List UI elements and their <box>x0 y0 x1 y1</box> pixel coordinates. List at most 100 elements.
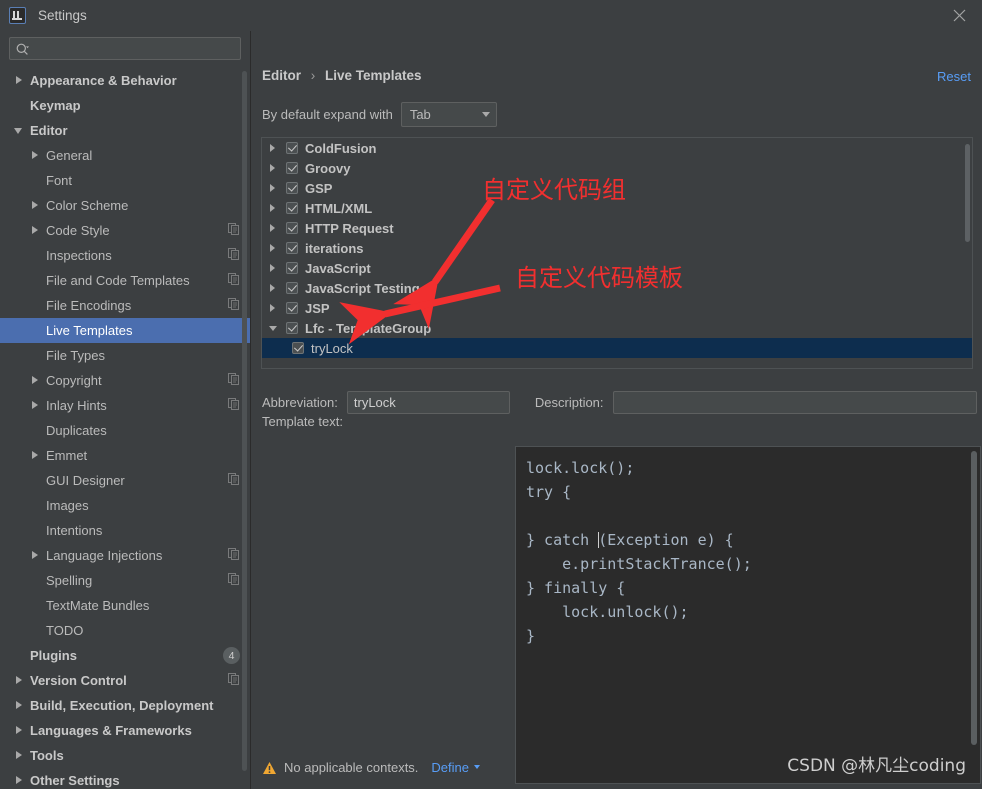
sidebar-item-color-scheme[interactable]: Color Scheme <box>0 193 250 218</box>
template-group-row[interactable]: JavaScript Testing <box>262 278 972 298</box>
templates-horizontal-scrollbar[interactable] <box>262 362 972 368</box>
breadcrumb-parent[interactable]: Editor <box>262 68 301 83</box>
sidebar-item-editor[interactable]: Editor <box>0 118 250 143</box>
chevron-right-icon[interactable] <box>14 725 25 736</box>
chevron-right-icon[interactable] <box>268 163 279 174</box>
template-checkbox[interactable] <box>286 202 298 214</box>
chevron-right-icon[interactable] <box>268 223 279 234</box>
sidebar-item-code-style[interactable]: Code Style <box>0 218 250 243</box>
sidebar-item-label: Code Style <box>46 223 110 238</box>
sidebar-item-build-execution-deployment[interactable]: Build, Execution, Deployment <box>0 693 250 718</box>
reset-link[interactable]: Reset <box>937 69 971 84</box>
sidebar-item-textmate-bundles[interactable]: TextMate Bundles <box>0 593 250 618</box>
template-checkbox[interactable] <box>286 142 298 154</box>
template-group-row[interactable]: iterations <box>262 238 972 258</box>
chevron-right-icon[interactable] <box>268 243 279 254</box>
sidebar-item-plugins[interactable]: Plugins 4 <box>0 643 250 668</box>
chevron-right-icon[interactable] <box>30 550 41 561</box>
breadcrumb-separator: › <box>310 68 316 83</box>
live-templates-tree[interactable]: ColdFusion Groovy GSP HTML/XML HTTP Request i… <box>262 138 972 368</box>
template-label: GSP <box>305 180 333 196</box>
chevron-right-icon[interactable] <box>268 303 279 314</box>
template-checkbox[interactable] <box>286 242 298 254</box>
sidebar-item-emmet[interactable]: Emmet <box>0 443 250 468</box>
abbreviation-input[interactable]: tryLock <box>346 391 510 414</box>
sidebar-item-languages-frameworks[interactable]: Languages & Frameworks <box>0 718 250 743</box>
template-checkbox[interactable] <box>286 282 298 294</box>
sidebar-item-label: Language Injections <box>46 548 163 563</box>
sidebar-item-keymap[interactable]: Keymap <box>0 93 250 118</box>
template-checkbox[interactable] <box>286 222 298 234</box>
sidebar-item-file-types[interactable]: File Types <box>0 343 250 368</box>
chevron-right-icon[interactable] <box>30 450 41 461</box>
sidebar-item-general[interactable]: General <box>0 143 250 168</box>
sidebar-item-intentions[interactable]: Intentions <box>0 518 250 543</box>
sidebar-item-tools[interactable]: Tools <box>0 743 250 768</box>
template-group-row[interactable]: JavaScript <box>262 258 972 278</box>
template-label: Lfc - TemplateGroup <box>305 320 432 336</box>
settings-dialog: Settings Appearance & Behavior Keymap Ed… <box>0 0 982 789</box>
sidebar-item-label: Keymap <box>30 98 81 113</box>
sidebar-item-spelling[interactable]: Spelling <box>0 568 250 593</box>
sidebar-item-live-templates[interactable]: Live Templates <box>0 318 250 343</box>
templates-vertical-scrollbar[interactable] <box>965 144 970 242</box>
template-label: JavaScript <box>305 260 371 276</box>
sidebar-item-file-encodings[interactable]: File Encodings <box>0 293 250 318</box>
default-expand-dropdown[interactable]: Tab <box>400 102 497 127</box>
chevron-right-icon[interactable] <box>14 675 25 686</box>
template-item-row[interactable]: tryLock <box>262 338 972 358</box>
editor-scrollbar[interactable] <box>971 451 977 745</box>
sidebar-item-language-injections[interactable]: Language Injections <box>0 543 250 568</box>
sidebar-item-inspections[interactable]: Inspections <box>0 243 250 268</box>
template-checkbox[interactable] <box>286 322 298 334</box>
sidebar-item-file-and-code-templates[interactable]: File and Code Templates <box>0 268 250 293</box>
sidebar-item-todo[interactable]: TODO <box>0 618 250 643</box>
description-input[interactable] <box>612 391 977 414</box>
template-checkbox[interactable] <box>286 162 298 174</box>
sidebar-item-inlay-hints[interactable]: Inlay Hints <box>0 393 250 418</box>
sidebar-item-version-control[interactable]: Version Control <box>0 668 250 693</box>
template-group-row[interactable]: Groovy <box>262 158 972 178</box>
template-group-row[interactable]: HTML/XML <box>262 198 972 218</box>
define-link[interactable]: Define <box>431 760 480 775</box>
chevron-down-icon[interactable] <box>268 323 279 334</box>
search-box[interactable] <box>9 37 241 60</box>
chevron-right-icon[interactable] <box>30 200 41 211</box>
sidebar-tree[interactable]: Appearance & Behavior Keymap Editor General… <box>0 67 250 789</box>
sidebar-item-copyright[interactable]: Copyright <box>0 368 250 393</box>
template-group-row[interactable]: ColdFusion <box>262 138 972 158</box>
sidebar-item-images[interactable]: Images <box>0 493 250 518</box>
sidebar-item-appearance-behavior[interactable]: Appearance & Behavior <box>0 68 250 93</box>
template-group-row[interactable]: Lfc - TemplateGroup <box>262 318 972 338</box>
chevron-right-icon[interactable] <box>14 700 25 711</box>
search-input[interactable] <box>34 40 234 57</box>
template-checkbox[interactable] <box>286 182 298 194</box>
chevron-right-icon[interactable] <box>30 400 41 411</box>
template-code-editor[interactable]: lock.lock(); try { } catch (Exception e)… <box>515 446 981 784</box>
chevron-right-icon[interactable] <box>268 263 279 274</box>
sidebar-item-other-settings[interactable]: Other Settings <box>0 768 250 789</box>
sidebar-scrollbar[interactable] <box>242 71 247 771</box>
close-icon[interactable] <box>936 0 982 31</box>
chevron-right-icon[interactable] <box>30 150 41 161</box>
chevron-right-icon[interactable] <box>14 775 25 786</box>
sidebar-item-gui-designer[interactable]: GUI Designer <box>0 468 250 493</box>
template-group-row[interactable]: GSP <box>262 178 972 198</box>
template-checkbox[interactable] <box>286 302 298 314</box>
sidebar-item-label: Build, Execution, Deployment <box>30 698 214 713</box>
sidebar-item-duplicates[interactable]: Duplicates <box>0 418 250 443</box>
chevron-right-icon[interactable] <box>268 283 279 294</box>
chevron-right-icon[interactable] <box>268 203 279 214</box>
template-group-row[interactable]: JSP <box>262 298 972 318</box>
template-checkbox[interactable] <box>292 342 304 354</box>
chevron-right-icon[interactable] <box>14 750 25 761</box>
chevron-right-icon[interactable] <box>268 143 279 154</box>
chevron-right-icon[interactable] <box>268 183 279 194</box>
template-checkbox[interactable] <box>286 262 298 274</box>
chevron-right-icon[interactable] <box>30 225 41 236</box>
sidebar-item-font[interactable]: Font <box>0 168 250 193</box>
chevron-down-icon[interactable] <box>14 125 25 136</box>
chevron-right-icon[interactable] <box>30 375 41 386</box>
template-group-row[interactable]: HTTP Request <box>262 218 972 238</box>
chevron-right-icon[interactable] <box>14 75 25 86</box>
